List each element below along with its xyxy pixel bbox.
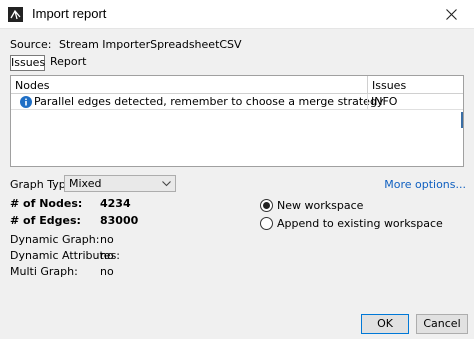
column-header-issues[interactable]: Issues <box>372 79 406 92</box>
window-title: Import report <box>32 6 107 21</box>
nodes-count-label: # of Nodes: <box>10 197 83 210</box>
ok-button[interactable]: OK <box>361 314 409 334</box>
issue-level: INFO <box>371 95 398 108</box>
append-workspace-radio[interactable] <box>260 217 273 230</box>
gephi-app-icon <box>8 7 23 22</box>
source-label: Source: <box>10 38 52 51</box>
table-header: Nodes Issues <box>11 76 463 94</box>
more-options-link[interactable]: More options... <box>384 178 466 191</box>
close-button[interactable] <box>428 0 474 29</box>
dynamic-graph-label: Dynamic Graph: <box>10 233 100 246</box>
multi-graph-label: Multi Graph: <box>10 265 78 278</box>
graph-type-select[interactable]: Mixed <box>64 175 176 192</box>
append-workspace-label: Append to existing workspace <box>277 217 443 230</box>
tab-issues[interactable]: Issues <box>10 55 45 71</box>
chevron-down-icon <box>162 181 171 187</box>
multi-graph-value: no <box>100 265 114 278</box>
title-bar: Import report <box>0 0 474 29</box>
new-workspace-radio[interactable] <box>260 199 273 212</box>
table-row[interactable]: Parallel edges detected, remember to cho… <box>11 94 463 128</box>
radio-selected-dot <box>263 202 270 209</box>
edges-count-value: 83000 <box>100 214 139 227</box>
info-icon <box>20 96 32 108</box>
dynamic-attributes-value: no <box>100 249 114 262</box>
nodes-count-value: 4234 <box>100 197 131 210</box>
column-divider <box>367 76 368 94</box>
row-selection-edge <box>461 112 463 128</box>
issues-table: Nodes Issues Parallel edges detected, re… <box>10 75 464 167</box>
source-row: Source: Stream ImporterSpreadsheetCSV <box>10 38 242 51</box>
column-header-nodes[interactable]: Nodes <box>15 79 49 92</box>
close-icon <box>445 9 457 20</box>
edges-count-label: # of Edges: <box>10 214 81 227</box>
issue-message: Parallel edges detected, remember to cho… <box>34 95 384 108</box>
column-divider <box>367 94 368 110</box>
graph-type-value: Mixed <box>69 177 102 190</box>
source-value: Stream ImporterSpreadsheetCSV <box>59 38 242 51</box>
dynamic-graph-value: no <box>100 233 114 246</box>
tab-report[interactable]: Report <box>50 55 86 71</box>
cancel-button[interactable]: Cancel <box>416 314 468 334</box>
new-workspace-label: New workspace <box>277 199 364 212</box>
